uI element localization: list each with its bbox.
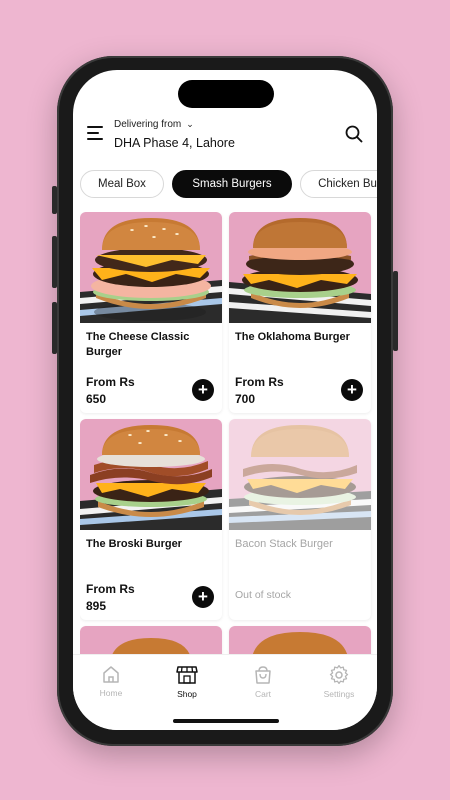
home-indicator[interactable] [173,719,279,723]
product-name: The Oklahoma Burger [235,331,350,343]
price-label: From Rs [235,375,284,389]
chevron-down-icon: ⌄ [186,119,194,129]
power-button [393,271,398,351]
product-price: From Rs 700 [235,374,284,408]
tab-meal-box[interactable]: Meal Box [80,170,164,198]
product-card[interactable]: The Oklahoma Burger From Rs 700 + [229,212,371,413]
mute-switch [52,186,57,214]
product-image [229,419,371,530]
price-label: From Rs [86,582,135,596]
nav-settings[interactable]: Settings [309,665,369,699]
nav-shop[interactable]: Shop [157,665,217,699]
search-icon[interactable] [345,125,363,143]
product-image [80,626,222,654]
delivery-selector[interactable]: Delivering from ⌄ [114,119,194,130]
product-name: Bacon Stack Burger [235,538,333,550]
product-image [229,626,371,654]
price-value: 650 [86,392,107,406]
cart-icon [255,666,271,684]
add-to-cart-button[interactable]: + [192,379,214,401]
product-name: The Cheese Classic Burger [86,331,190,358]
product-price: From Rs 650 [86,374,135,408]
delivery-location[interactable]: DHA Phase 4, Lahore [114,136,235,150]
app-header: Delivering from ⌄ DHA Phase 4, Lahore [73,114,377,164]
gear-icon [329,665,349,685]
dynamic-island [178,80,274,108]
product-image [229,212,371,323]
volume-up-button [52,236,57,288]
price-value: 700 [235,392,256,406]
product-image [80,419,222,530]
price-value: 895 [86,599,107,613]
product-card[interactable] [229,626,371,654]
price-label: From Rs [86,375,135,389]
tab-smash-burgers[interactable]: Smash Burgers [172,170,292,198]
product-name: The Broski Burger [86,538,182,550]
product-grid: The Cheese Classic Burger From Rs 650 + [80,212,377,654]
product-card-out-of-stock[interactable]: Bacon Stack Burger Out of stock [229,419,371,620]
delivering-label: Delivering from [114,119,182,130]
product-card[interactable] [80,626,222,654]
product-card[interactable]: The Broski Burger From Rs 895 + [80,419,222,620]
add-to-cart-button[interactable]: + [192,586,214,608]
shop-icon [176,666,198,684]
app-screen: Delivering from ⌄ DHA Phase 4, Lahore Mea… [73,70,377,730]
menu-icon[interactable] [87,126,105,140]
add-to-cart-button[interactable]: + [341,379,363,401]
nav-shop-label: Shop [177,689,197,699]
nav-home-label: Home [99,688,123,698]
product-image [80,212,222,323]
product-card[interactable]: The Cheese Classic Burger From Rs 650 + [80,212,222,413]
category-tabs: Meal Box Smash Burgers Chicken Burg [80,170,377,200]
nav-settings-label: Settings [323,689,355,699]
nav-home[interactable]: Home [81,665,141,698]
phone-frame: Delivering from ⌄ DHA Phase 4, Lahore Mea… [52,56,398,746]
volume-down-button [52,302,57,354]
out-of-stock-label: Out of stock [235,589,292,601]
product-price: From Rs 895 [86,581,135,615]
home-icon [103,666,119,683]
nav-cart-label: Cart [254,689,272,699]
nav-cart[interactable]: Cart [233,665,293,699]
tab-chicken-burgers[interactable]: Chicken Burg [300,170,377,198]
